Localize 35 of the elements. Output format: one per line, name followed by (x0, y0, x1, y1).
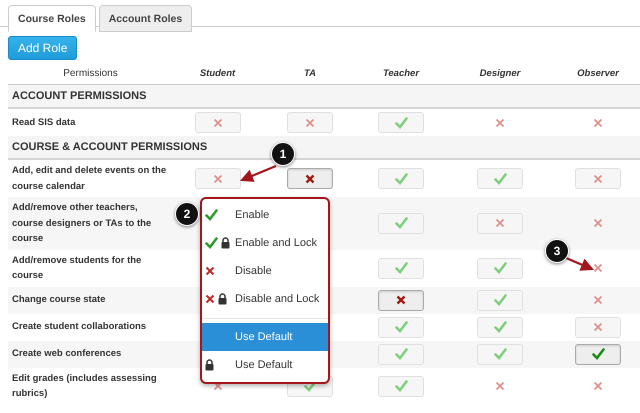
check-icon (205, 237, 218, 249)
permission-label: Add/remove other teachers, course designers or TAs to the course (11, 201, 152, 246)
lock-icon (221, 237, 230, 249)
column-header: Permissions (62, 68, 119, 78)
check-icon (205, 209, 218, 221)
column-header: Observer (576, 68, 620, 78)
tab[interactable]: Account Roles (98, 5, 192, 32)
column-header: TA (303, 68, 317, 78)
lock-icon (218, 293, 227, 305)
cross-icon (205, 294, 215, 304)
menu-item[interactable]: Disable and Lock (202, 285, 328, 313)
menu-item[interactable]: Disable (202, 257, 328, 285)
menu-item[interactable]: Enable and Lock (202, 229, 328, 257)
section-heading: ACCOUNT PERMISSIONS (8, 85, 640, 109)
permission-label: Add, edit and delete events on the course calendar (11, 164, 168, 194)
permission-label: Change course state (11, 293, 106, 308)
permission-label: Create web conferences (11, 347, 122, 362)
permission-label: Edit grades (includes assessing rubrics) (11, 372, 158, 401)
permission-toggle-button[interactable] (378, 290, 424, 310)
permission-toggle-button[interactable] (575, 344, 621, 364)
menu-item[interactable]: Use Default (202, 351, 328, 379)
column-header: Student (198, 68, 236, 78)
callout-arrow (240, 164, 276, 182)
tab[interactable]: Course Roles (8, 5, 96, 32)
permission-label: Read SIS data (11, 116, 76, 130)
permission-label: Add/remove students for the course (11, 254, 142, 283)
menu-item[interactable]: Use Default (202, 323, 328, 351)
callout-arrow (566, 256, 594, 271)
column-header: Designer (478, 68, 522, 78)
cross-icon (205, 266, 215, 276)
column-header: Teacher (382, 68, 420, 78)
lock-icon (205, 359, 214, 371)
permission-label: Create student collaborations (11, 320, 148, 334)
permission-toggle-button[interactable] (287, 168, 333, 189)
menu-item[interactable]: Enable (202, 201, 328, 229)
